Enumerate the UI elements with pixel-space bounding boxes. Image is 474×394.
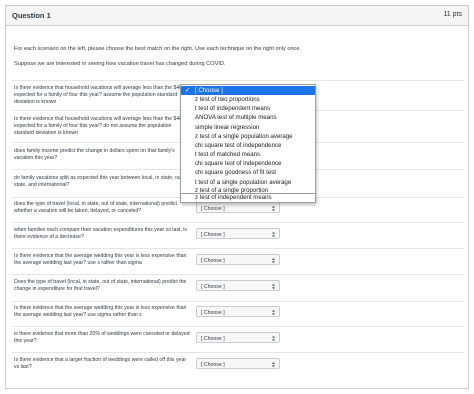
answer-select-value: [ Choose ] (201, 335, 225, 342)
scenario-text: do family vacations split as expected th… (14, 175, 188, 188)
divider (12, 301, 464, 302)
divider (12, 326, 464, 327)
dropdown-option-label: [ Choose ] (195, 87, 223, 94)
dropdown-option[interactable]: t test of a single population average (181, 178, 315, 187)
dropdown-option[interactable]: t test of matched means (181, 150, 315, 159)
answer-select[interactable]: [ Choose ] (196, 202, 280, 213)
divider (12, 222, 464, 223)
dropdown-option[interactable]: simple linear regression (181, 123, 315, 132)
answer-dropdown-list-tail: z test of independent means (180, 194, 316, 203)
scenario-text: when families each compare their vacatio… (14, 227, 187, 240)
answer-select[interactable]: [ Choose ] (196, 280, 280, 291)
divider (12, 274, 464, 275)
scenario-text: is there evidence that more than 20% of … (14, 331, 190, 344)
answer-select[interactable]: [ Choose ] (196, 358, 280, 369)
scenario-text: does family income predict the change in… (14, 148, 175, 161)
answer-select[interactable]: [ Choose ] (196, 228, 280, 239)
select-arrows-icon (272, 335, 275, 341)
scenario-text: does the type of travel (local, in state… (14, 201, 177, 214)
dropdown-option[interactable]: ANOVA test of multiple means (181, 113, 315, 122)
dropdown-option[interactable]: ✓ [ Choose ] (181, 86, 315, 96)
select-arrows-icon (272, 361, 275, 367)
question-title: Question 1 (12, 11, 51, 20)
answer-select-value: [ Choose ] (201, 283, 225, 290)
divider (12, 80, 464, 81)
select-arrows-icon (272, 205, 275, 211)
scenario-text: Is there evidence that a larger fraction… (14, 357, 187, 370)
scenario-text: Is there evidence that the average weddi… (14, 305, 187, 318)
scenario-text: Is there evidence that the average weddi… (14, 253, 187, 266)
dropdown-option[interactable]: t test of independent means (181, 104, 315, 113)
dropdown-option[interactable]: chi square test of independence (181, 159, 315, 168)
answer-select[interactable]: [ Choose ] (196, 332, 280, 343)
answer-select-value: [ Choose ] (201, 257, 225, 264)
scenario-text: Does the type of travel (local, in state… (14, 279, 187, 292)
answer-select[interactable]: [ Choose ] (196, 306, 280, 317)
select-arrows-icon (272, 231, 275, 237)
scenario-context-text: Suppose we are interested in seeing how … (14, 61, 226, 67)
instructions-text: For each scenario on the left, please ch… (14, 46, 302, 52)
answer-select-value: [ Choose ] (201, 361, 225, 368)
dropdown-option[interactable]: z test of independent means (181, 193, 315, 202)
select-arrows-icon (272, 309, 275, 315)
checkmark-icon: ✓ (185, 87, 191, 94)
dropdown-option[interactable]: chi square goodness of fit test (181, 168, 315, 177)
answer-select-value: [ Choose ] (201, 309, 225, 316)
dropdown-option[interactable]: chi square test of independence (181, 141, 315, 150)
scenario-text: Is there evidence that household vacatio… (14, 85, 188, 105)
question-points: 11 pts (443, 11, 462, 18)
answer-select[interactable]: [ Choose ] (196, 254, 280, 265)
answer-select-value: [ Choose ] (201, 205, 225, 212)
answer-select-value: [ Choose ] (201, 231, 225, 238)
dropdown-option[interactable]: z test of two proportions (181, 95, 315, 104)
divider (12, 248, 464, 249)
scenario-text: Is there evidence that household vacatio… (14, 116, 188, 136)
question-header: Question 1 11 pts (6, 6, 468, 26)
answer-dropdown-list[interactable]: ✓ [ Choose ] z test of two proportions t… (180, 84, 316, 194)
dropdown-option[interactable]: z test of a single population average (181, 132, 315, 141)
select-arrows-icon (272, 283, 275, 289)
divider (12, 352, 464, 353)
select-arrows-icon (272, 257, 275, 263)
